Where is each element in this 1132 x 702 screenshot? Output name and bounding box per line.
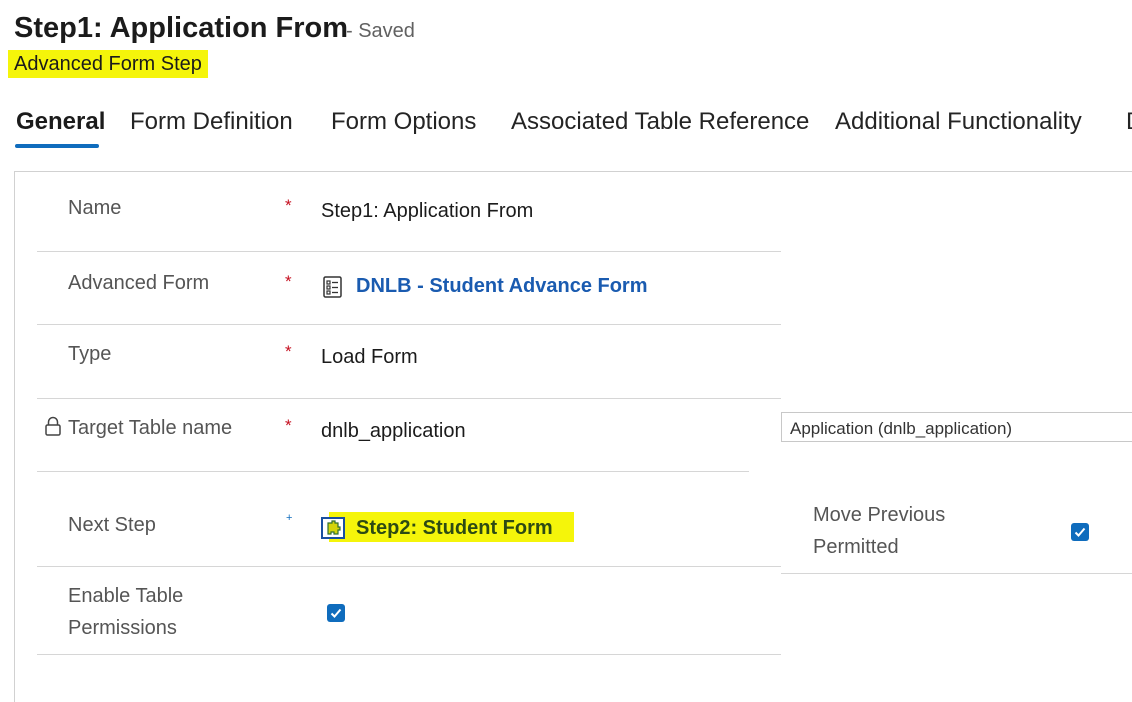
recommended-marker: + bbox=[286, 512, 293, 524]
tab-general[interactable]: General bbox=[16, 108, 105, 136]
row-divider bbox=[37, 398, 781, 399]
active-tab-indicator bbox=[15, 144, 99, 148]
type-field[interactable]: Load Form bbox=[321, 346, 418, 369]
row-divider bbox=[37, 566, 781, 567]
tab-form-definition[interactable]: Form Definition bbox=[130, 108, 293, 136]
target-table-lookup[interactable]: Application (dnlb_application) bbox=[781, 412, 1132, 442]
checkmark-icon bbox=[330, 608, 342, 618]
target-table-field[interactable]: dnlb_application bbox=[321, 420, 466, 443]
required-marker: * bbox=[285, 416, 292, 435]
move-previous-checkbox[interactable] bbox=[1071, 523, 1089, 541]
name-label: Name bbox=[68, 197, 122, 219]
row-divider bbox=[781, 573, 1132, 574]
checkmark-icon bbox=[1074, 527, 1086, 537]
advanced-form-label: Advanced Form bbox=[68, 272, 210, 294]
next-step-link[interactable]: Step2: Student Form bbox=[356, 517, 553, 540]
page-title: Step1: Application From bbox=[14, 12, 349, 44]
enable-permissions-label-line2: Permissions bbox=[68, 617, 177, 639]
name-field[interactable]: Step1: Application From bbox=[321, 200, 533, 223]
move-previous-label-line1: Move Previous bbox=[813, 504, 946, 526]
save-status: - Saved bbox=[346, 20, 415, 42]
row-divider bbox=[37, 251, 781, 252]
entity-type-label: Advanced Form Step bbox=[8, 50, 208, 78]
required-marker: * bbox=[285, 272, 292, 291]
advanced-form-link[interactable]: DNLB - Student Advance Form bbox=[356, 275, 648, 298]
row-divider bbox=[37, 654, 781, 655]
tab-form-options[interactable]: Form Options bbox=[331, 108, 476, 136]
enable-permissions-label-line1: Enable Table bbox=[68, 585, 184, 607]
lock-icon bbox=[44, 416, 62, 441]
form-icon bbox=[322, 276, 344, 303]
enable-permissions-checkbox[interactable] bbox=[327, 604, 345, 622]
row-divider bbox=[37, 471, 749, 472]
target-table-label: Target Table name bbox=[68, 417, 233, 439]
tab-overflow[interactable]: D bbox=[1126, 108, 1132, 136]
required-marker: * bbox=[285, 196, 292, 215]
tab-additional-functionality[interactable]: Additional Functionality bbox=[835, 108, 1082, 136]
required-marker: * bbox=[285, 342, 292, 361]
next-step-label: Next Step bbox=[68, 514, 156, 536]
tab-associated-table-reference[interactable]: Associated Table Reference bbox=[511, 108, 809, 136]
step-icon bbox=[321, 517, 345, 544]
move-previous-label-line2: Permitted bbox=[813, 536, 899, 558]
type-label: Type bbox=[68, 343, 112, 365]
row-divider bbox=[37, 324, 781, 325]
